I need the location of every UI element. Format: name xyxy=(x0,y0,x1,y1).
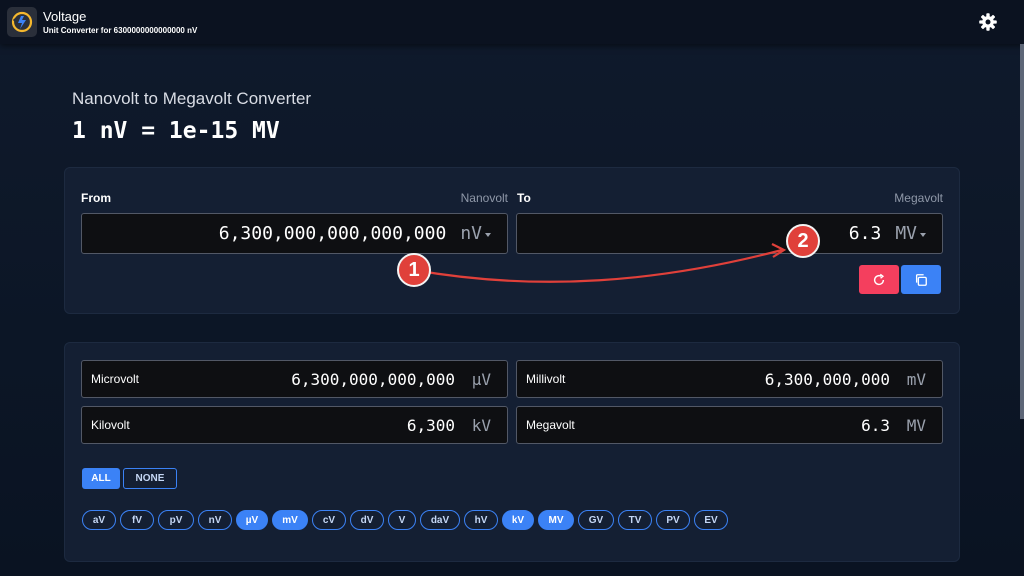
annotation-arrow xyxy=(413,243,787,283)
annotation-marker-2: 2 xyxy=(786,224,820,258)
annotation-marker-1: 1 xyxy=(397,253,431,287)
